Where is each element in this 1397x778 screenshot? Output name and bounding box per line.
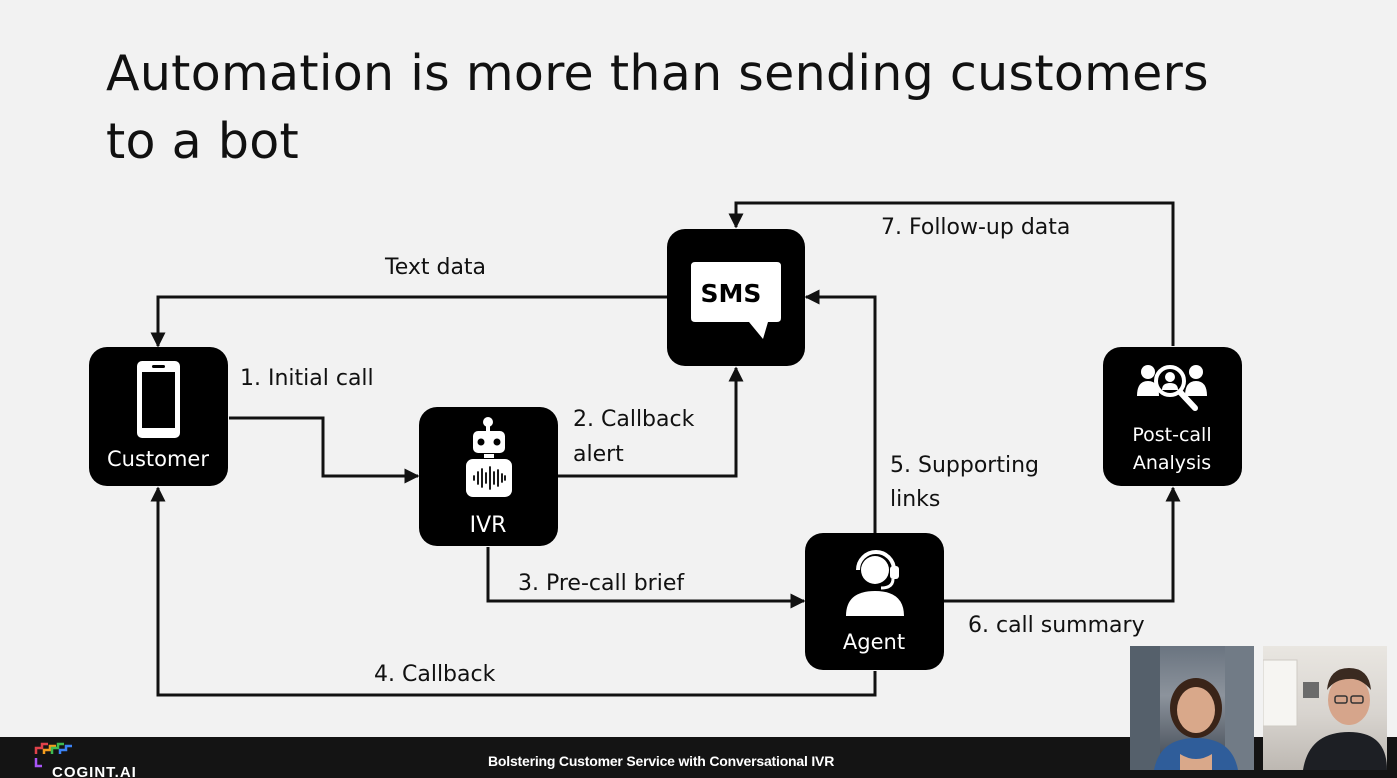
label-pre-call-brief: 3. Pre-call brief xyxy=(518,571,685,596)
participant-video-2[interactable] xyxy=(1263,646,1387,770)
customer-label: Customer xyxy=(107,447,209,471)
participant-2-silhouette xyxy=(1263,659,1387,770)
node-agent: Agent xyxy=(805,533,944,670)
node-ivr: IVR xyxy=(419,407,558,546)
label-supporting-links-line-2: links xyxy=(890,487,940,512)
node-customer: Customer xyxy=(89,347,228,486)
label-supporting-links-line-1: 5. Supporting xyxy=(890,453,1039,478)
participant-1-silhouette xyxy=(1130,646,1254,770)
presentation-title: Bolstering Customer Service with Convers… xyxy=(488,753,835,769)
connector-supporting-links xyxy=(804,289,877,533)
brand-name: COGINT.AI xyxy=(52,764,137,778)
connector-initial-call xyxy=(229,416,420,484)
participant-video-1[interactable] xyxy=(1130,646,1254,770)
label-initial-call: 1. Initial call xyxy=(240,366,374,391)
label-callback-alert-line-2: alert xyxy=(573,442,624,467)
post-call-label-line-1: Post-call xyxy=(1132,424,1211,446)
connector-text-data xyxy=(150,295,668,348)
label-call-summary: 6. call summary xyxy=(968,613,1145,638)
sms-label: SMS xyxy=(701,279,762,308)
label-callback: 4. Callback xyxy=(374,662,496,687)
label-callback-alert-line-1: 2. Callback xyxy=(573,407,695,432)
label-text-data: Text data xyxy=(384,255,486,280)
post-call-label-line-2: Analysis xyxy=(1133,452,1211,474)
node-post-call-analysis: Post-call Analysis xyxy=(1103,347,1242,486)
phone-icon xyxy=(137,361,180,438)
ivr-label: IVR xyxy=(470,513,507,538)
connector-call-summary xyxy=(944,486,1181,603)
brand-logo: COGINT.AI xyxy=(34,742,174,778)
label-follow-up-data: 7. Follow-up data xyxy=(881,215,1070,240)
agent-label: Agent xyxy=(843,630,905,654)
node-sms: SMS xyxy=(667,229,805,366)
